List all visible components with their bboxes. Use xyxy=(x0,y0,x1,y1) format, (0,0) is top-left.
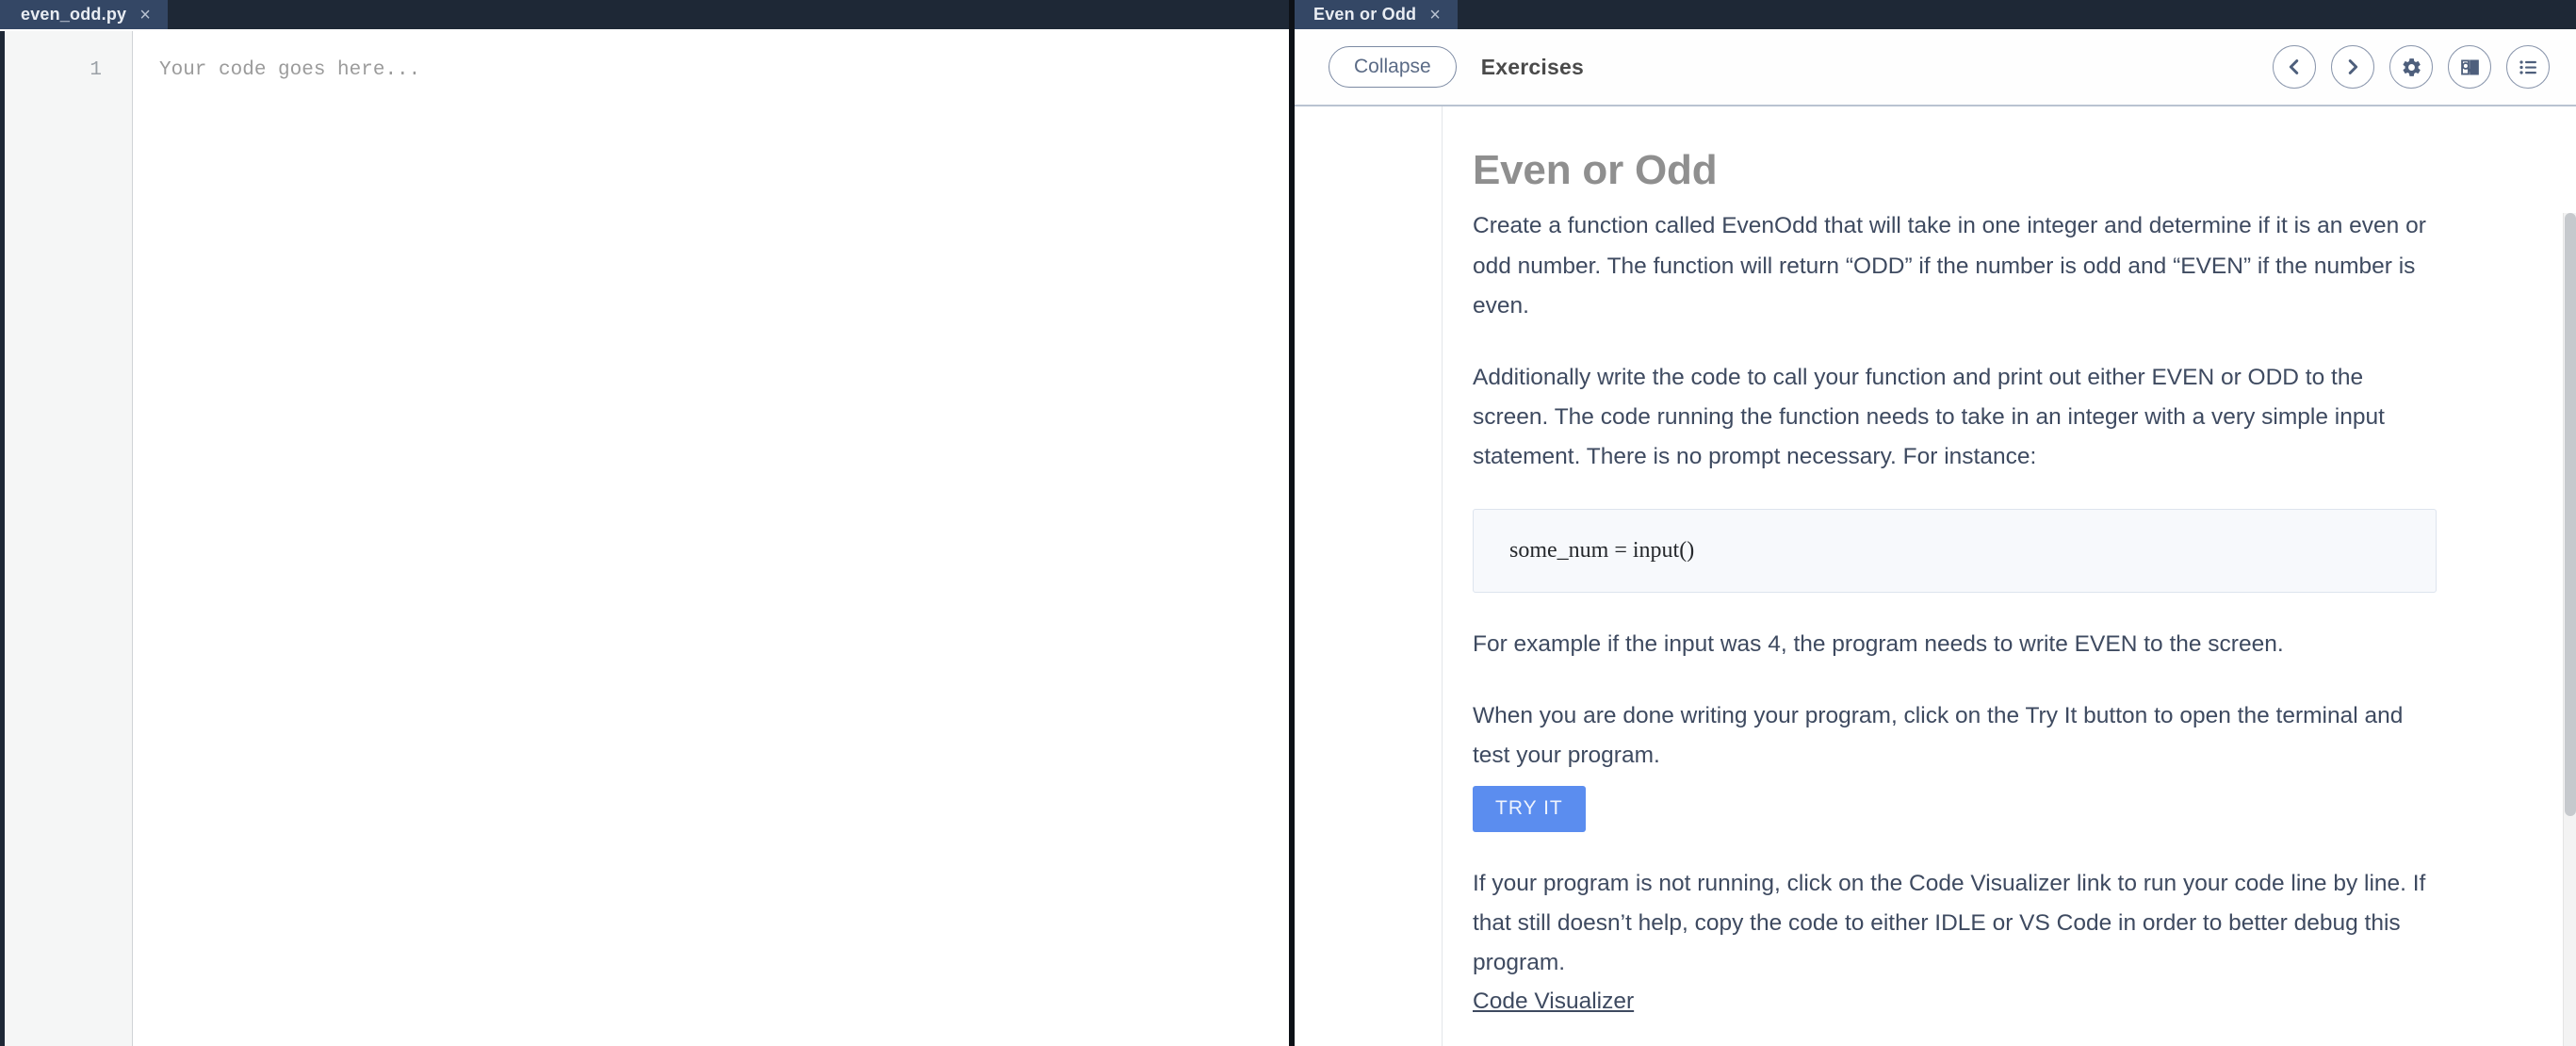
book-search-icon xyxy=(2459,57,2481,78)
glossary-button[interactable] xyxy=(2448,45,2491,89)
scrollbar-thumb[interactable] xyxy=(2565,213,2576,816)
next-button[interactable] xyxy=(2331,45,2374,89)
content-scrollbar[interactable] xyxy=(2563,213,2576,1046)
code-editor-pane: even_odd.py × 1 Your code goes here... xyxy=(0,0,1289,1046)
ide-window: even_odd.py × 1 Your code goes here... E… xyxy=(0,0,2576,1046)
exercise-paragraph-2: Additionally write the code to call your… xyxy=(1473,364,2385,470)
exercise-heading: Even or Odd xyxy=(1473,147,1718,193)
code-placeholder-text: Your code goes here... xyxy=(159,59,421,81)
exercise-paragraph-5: If your program is not running, click on… xyxy=(1473,870,2426,975)
code-visualizer-link[interactable]: Code Visualizer xyxy=(1473,989,1634,1015)
list-icon xyxy=(2518,57,2539,78)
content-left-gutter xyxy=(1295,106,1443,1046)
close-icon[interactable]: × xyxy=(139,6,151,25)
collapse-button[interactable]: Collapse xyxy=(1329,46,1457,88)
settings-button[interactable] xyxy=(2389,45,2433,89)
editor-tab-even-odd-py[interactable]: even_odd.py × xyxy=(0,0,169,29)
exercise-content-wrapper: Even or Odd Create a function called Eve… xyxy=(1295,106,2576,1046)
close-icon[interactable]: × xyxy=(1429,6,1441,25)
code-input-area[interactable]: Your code goes here... xyxy=(133,31,1289,1046)
editor-tab-bar: even_odd.py × xyxy=(0,0,1289,29)
exercise-toolbar: Collapse Exercises xyxy=(1295,29,2576,106)
line-number-gutter: 1 xyxy=(5,31,133,1046)
exercise-paragraph-3: For example if the input was 4, the prog… xyxy=(1473,631,2284,658)
try-it-button[interactable]: TRY IT xyxy=(1473,785,1586,832)
previous-button[interactable] xyxy=(2273,45,2316,89)
exercise-paragraph-4: When you are done writing your program, … xyxy=(1473,703,2404,769)
chevron-left-icon xyxy=(2284,57,2305,77)
exercise-tab-even-or-odd[interactable]: Even or Odd × xyxy=(1295,0,1459,29)
exercise-content: Even or Odd Create a function called Eve… xyxy=(1443,106,2576,1046)
page-title: Exercises xyxy=(1480,54,1584,79)
exercise-pane: Even or Odd × Collapse Exercises Even or… xyxy=(1295,0,2576,1046)
gear-icon xyxy=(2401,57,2422,78)
code-sample-block: some_num = input() xyxy=(1473,509,2437,594)
exercise-tab-bar: Even or Odd × xyxy=(1295,0,2576,29)
line-number: 1 xyxy=(90,59,102,81)
editor-body: 1 Your code goes here... xyxy=(0,29,1289,1046)
code-sample-line: some_num = input() xyxy=(1509,538,1695,564)
exercise-paragraph-1: Create a function called EvenOdd that wi… xyxy=(1473,213,2426,319)
editor-tab-label: even_odd.py xyxy=(21,5,127,24)
exercise-tab-label: Even or Odd xyxy=(1313,5,1417,24)
chevron-right-icon xyxy=(2342,57,2363,77)
contents-button[interactable] xyxy=(2506,45,2550,89)
